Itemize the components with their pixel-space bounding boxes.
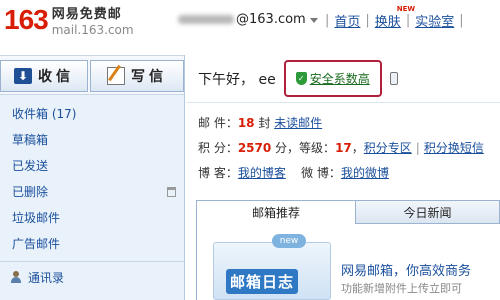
skin-link-label: 换肤	[374, 15, 401, 30]
security-level-link[interactable]: 安全系数高	[310, 70, 370, 87]
account-selector[interactable]: @163.com	[178, 12, 318, 27]
link-separator: |	[405, 13, 411, 28]
points-zone-link[interactable]: 积分专区	[364, 141, 412, 155]
pen-paper-icon	[107, 67, 125, 85]
link-separator: |	[415, 141, 420, 155]
chevron-down-icon[interactable]	[309, 18, 318, 23]
link-separator: |	[365, 13, 370, 28]
inbox-icon: ⬇	[14, 68, 32, 84]
promo-new-badge: new	[272, 234, 306, 248]
folder-list: 收件箱 (17) 草稿箱 已发送 已删除 垃圾邮件 广告邮件	[0, 95, 184, 257]
contacts-label: 通讯录	[28, 270, 65, 285]
receive-button[interactable]: ⬇ 收信	[0, 60, 88, 92]
points-value: 2570	[237, 141, 272, 155]
account-domain: @163.com	[236, 12, 306, 27]
tab-bar: 邮箱推荐 今日新闻	[196, 200, 500, 224]
mail-unit: 封	[254, 116, 275, 130]
tab-today-news[interactable]: 今日新闻	[356, 200, 500, 224]
lab-link[interactable]: 实验室	[415, 11, 454, 30]
main-content: 下午好， ee ✓ 安全系数高 邮 件：18 封 未读邮件 积 分：2570 分…	[186, 55, 500, 300]
sidebar-item-spam[interactable]: 垃圾邮件	[0, 205, 184, 231]
person-icon	[10, 271, 22, 283]
sidebar-item-deleted[interactable]: 已删除	[0, 179, 184, 205]
toolbar: ⬇ 收信 写信	[0, 55, 184, 95]
shield-check-icon: ✓	[295, 72, 307, 85]
mail-info-row: 邮 件：18 封 未读邮件	[198, 111, 500, 136]
sidebar-item-ads[interactable]: 广告邮件	[0, 231, 184, 257]
promo-image-text: 邮箱日志	[226, 269, 299, 294]
mobile-phone-icon[interactable]	[389, 72, 398, 85]
home-link[interactable]: 首页	[334, 11, 360, 30]
logo-text: 网易免费邮 mail.163.com	[52, 7, 134, 37]
greeting: 下午好， ee	[198, 71, 276, 88]
promo-panel: new 邮箱日志 网易邮箱，你高效商务 功能新增附件上传立即可	[196, 224, 500, 300]
tab-mail-recommend[interactable]: 邮箱推荐	[196, 200, 356, 224]
logo-number: 163	[4, 4, 49, 35]
header: 163 网易免费邮 mail.163.com @163.com | 首页 | 换…	[0, 0, 500, 55]
security-indicator: ✓ 安全系数高	[283, 60, 382, 97]
contacts-link[interactable]: 通讯录	[0, 266, 184, 288]
blog-link[interactable]: 我的博客	[238, 166, 286, 180]
mail-count: 18	[237, 116, 255, 130]
greeting-row: 下午好， ee ✓ 安全系数高	[186, 55, 500, 103]
logo[interactable]: 163 网易免费邮 mail.163.com	[4, 4, 134, 38]
unread-mail-link[interactable]: 未读邮件	[274, 116, 322, 130]
logo-domain: mail.163.com	[51, 23, 134, 37]
level-suffix: ，	[351, 141, 364, 155]
receive-label: 收信	[38, 69, 74, 85]
account-info: 邮 件：18 封 未读邮件 积 分：2570 分，等级：17，积分专区 | 积分换短…	[186, 103, 500, 186]
points-exchange-link[interactable]: 积分换短信	[424, 141, 484, 155]
promo-subtitle: 功能新增附件上传立即可	[341, 282, 462, 295]
weibo-label: 微 博：	[301, 166, 341, 180]
write-label: 写信	[131, 69, 167, 85]
write-button[interactable]: 写信	[90, 60, 184, 92]
weibo-link[interactable]: 我的微博	[341, 166, 389, 180]
account-username-redacted	[178, 15, 234, 24]
points-unit: 分，等级：	[271, 141, 336, 155]
promo-title[interactable]: 网易邮箱，你高效商务	[341, 260, 471, 279]
sidebar-item-drafts[interactable]: 草稿箱	[0, 127, 184, 153]
blog-label: 博 客：	[198, 166, 238, 180]
points-label: 积 分：	[198, 141, 238, 155]
blog-info-row: 博 客：我的博客 微 博：我的微博	[198, 161, 500, 186]
trash-icon[interactable]	[167, 187, 176, 197]
logo-name: 网易免费邮	[51, 7, 122, 22]
points-info-row: 积 分：2570 分，等级：17，积分专区 | 积分换短信	[198, 136, 500, 161]
link-separator: |	[459, 13, 464, 28]
level-value: 17	[335, 141, 352, 155]
mail-label: 邮 件：	[198, 116, 238, 130]
sidebar-item-label: 已删除	[12, 185, 49, 199]
sidebar-item-sent[interactable]: 已发送	[0, 153, 184, 179]
skin-link[interactable]: 换肤 NEW	[374, 5, 415, 30]
divider	[0, 261, 184, 262]
sidebar: ⬇ 收信 写信 收件箱 (17) 草稿箱 已发送 已删除 垃圾邮件 广告邮件 通…	[0, 55, 185, 300]
promo-image[interactable]: new 邮箱日志	[213, 234, 331, 300]
link-separator: |	[325, 13, 330, 28]
sidebar-item-inbox[interactable]: 收件箱 (17)	[0, 101, 184, 127]
new-badge: NEW	[396, 5, 416, 13]
top-links: | 首页 | 换肤 NEW | 实验室 |	[320, 5, 469, 30]
